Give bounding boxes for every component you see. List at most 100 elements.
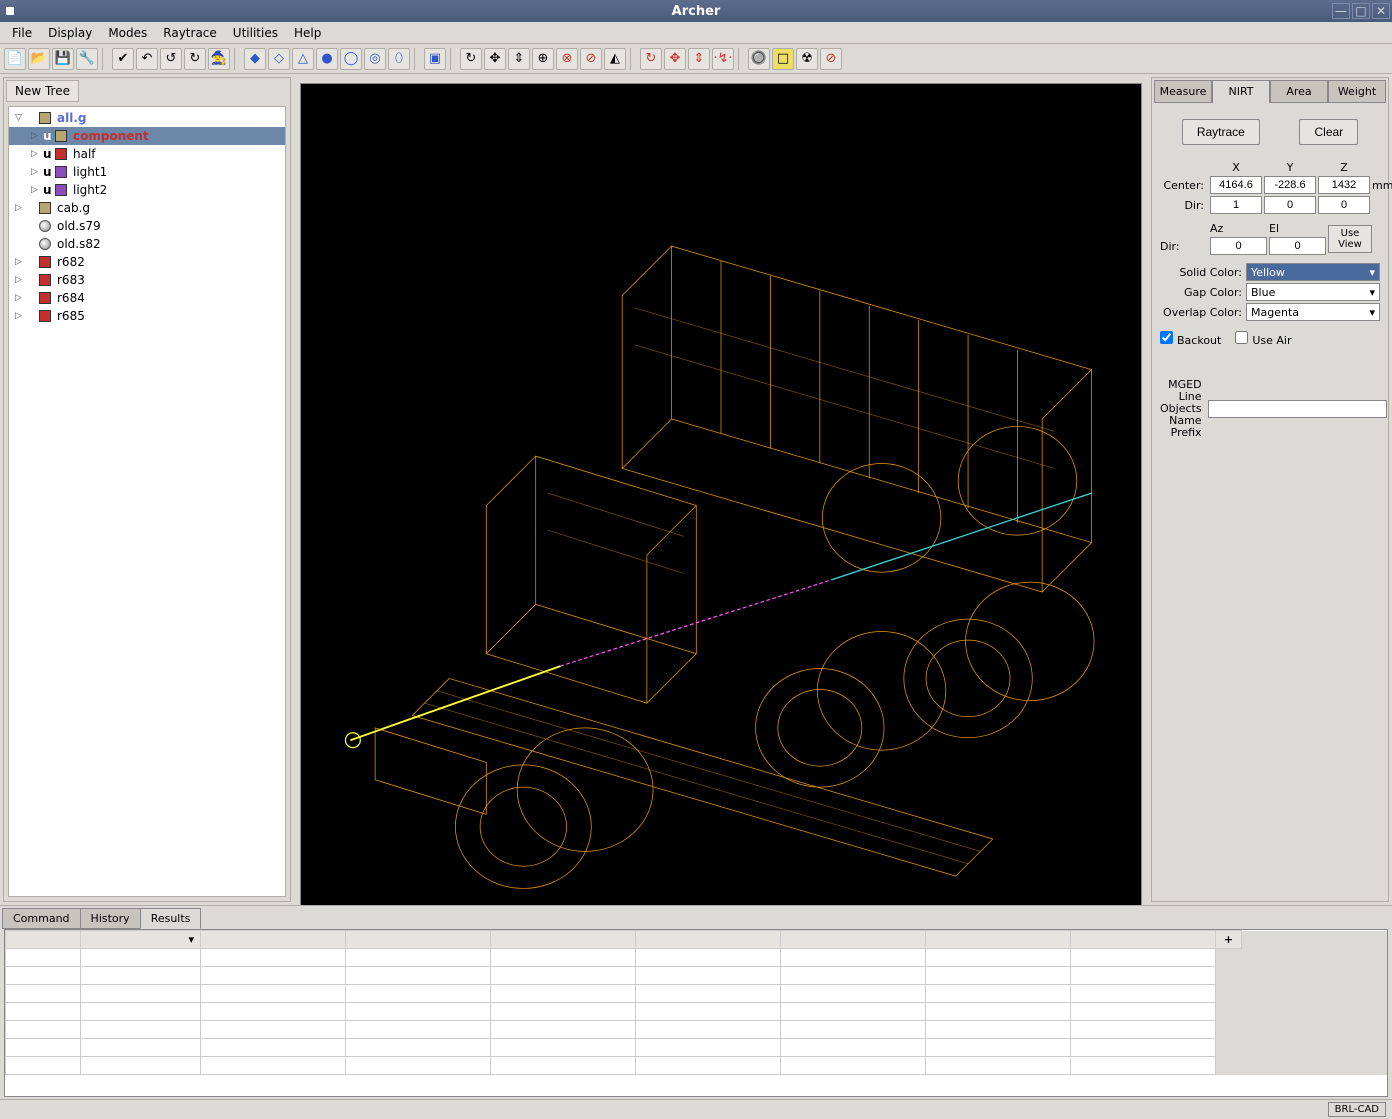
center-red-icon[interactable]: ·↯·	[712, 48, 734, 70]
backout-checkbox[interactable]: Backout	[1160, 331, 1221, 347]
menu-display[interactable]: Display	[40, 24, 100, 42]
wizard-icon[interactable]: 🧙	[208, 48, 230, 70]
az-input[interactable]	[1210, 237, 1267, 255]
pan-icon[interactable]: ✥	[664, 48, 686, 70]
dir-z-input[interactable]	[1318, 196, 1370, 214]
tree-item-label: r684	[57, 291, 85, 305]
el-input[interactable]	[1269, 237, 1326, 255]
window-system-menu[interactable]	[6, 7, 14, 15]
rotate-left-icon[interactable]: ↺	[160, 48, 182, 70]
tree-row[interactable]: old.s79	[9, 217, 285, 235]
rotate-right-icon[interactable]: ↻	[184, 48, 206, 70]
nuclear-icon[interactable]: ☢	[796, 48, 818, 70]
compass-icon[interactable]: ◭	[604, 48, 626, 70]
framebuffer-icon[interactable]: □	[772, 48, 794, 70]
menu-raytrace[interactable]: Raytrace	[155, 24, 225, 42]
combine-icon[interactable]: ▣	[424, 48, 446, 70]
label-y: Y	[1264, 161, 1316, 174]
zoom-icon[interactable]: ⇕	[688, 48, 710, 70]
center-y-input[interactable]	[1264, 176, 1316, 194]
pipe-icon[interactable]: ⬯	[388, 48, 410, 70]
menu-utilities[interactable]: Utilities	[225, 24, 286, 42]
center-z-input[interactable]	[1318, 176, 1370, 194]
tree-item-label: old.s82	[57, 237, 101, 251]
tab-results[interactable]: Results	[140, 908, 202, 929]
clear-button[interactable]: Clear	[1299, 119, 1358, 145]
tab-measure[interactable]: Measure	[1154, 80, 1212, 103]
tree-body[interactable]: ▽all.g▷ucomponent▷uhalf▷ulight1▷ulight2▷…	[8, 106, 286, 897]
expand-arrow-icon[interactable]: ▷	[31, 149, 41, 159]
new-file-icon[interactable]: 📄	[4, 48, 26, 70]
menu-help[interactable]: Help	[286, 24, 329, 42]
menu-file[interactable]: File	[4, 24, 40, 42]
sphere-solid-icon[interactable]: ●	[316, 48, 338, 70]
save-icon[interactable]: 💾	[52, 48, 74, 70]
expand-arrow-icon[interactable]: ▽	[15, 113, 25, 123]
undo-icon[interactable]: ↶	[136, 48, 158, 70]
prefix-input[interactable]	[1208, 400, 1387, 418]
minimize-icon[interactable]: —	[1332, 3, 1350, 19]
tree-row[interactable]: ▽all.g	[9, 109, 285, 127]
expand-arrow-icon[interactable]: ▷	[15, 293, 25, 303]
no-symbol-icon[interactable]: ⊘	[580, 48, 602, 70]
tab-weight[interactable]: Weight	[1328, 80, 1386, 103]
open-file-icon[interactable]: 📂	[28, 48, 50, 70]
expand-arrow-icon[interactable]: ▷	[15, 311, 25, 321]
use-view-button[interactable]: Use View	[1328, 225, 1372, 253]
dir-x-input[interactable]	[1210, 196, 1262, 214]
tree-row[interactable]: ▷ulight2	[9, 181, 285, 199]
expand-arrow-icon[interactable]: ▷	[31, 131, 41, 141]
expand-arrow-icon[interactable]: ▷	[15, 257, 25, 267]
dir-y-input[interactable]	[1264, 196, 1316, 214]
expand-arrow-icon[interactable]: ▷	[31, 185, 41, 195]
tree-tab-new[interactable]: New Tree	[6, 80, 79, 102]
translate-icon[interactable]: ✥	[484, 48, 506, 70]
tree-row[interactable]: old.s82	[9, 235, 285, 253]
use-air-checkbox[interactable]: Use Air	[1235, 331, 1291, 347]
overlap-color-select[interactable]: Magenta▾	[1246, 303, 1380, 321]
raytrace-icon[interactable]: 🔘	[748, 48, 770, 70]
preferences-icon[interactable]: 🔧	[76, 48, 98, 70]
sphere-wire-icon[interactable]: ◯	[340, 48, 362, 70]
tab-command[interactable]: Command	[2, 908, 81, 929]
tree-row[interactable]: ▷cab.g	[9, 199, 285, 217]
center-x-input[interactable]	[1210, 176, 1262, 194]
tree-row[interactable]: ▷ r684	[9, 289, 285, 307]
tree-row[interactable]: ▷ulight1	[9, 163, 285, 181]
torus-icon[interactable]: ◎	[364, 48, 386, 70]
reset-view-icon[interactable]: ↻	[640, 48, 662, 70]
status-brand: BRL-CAD	[1328, 1102, 1386, 1117]
chevron-down-icon[interactable]: ▾	[188, 933, 194, 946]
crosshair-icon[interactable]: ⊗	[556, 48, 578, 70]
clear-fb-icon[interactable]: ⊘	[820, 48, 842, 70]
viewport-3d[interactable]: units:in size:265.67 center:(81.41, 61.3…	[294, 77, 1148, 905]
maximize-icon[interactable]: □	[1352, 3, 1370, 19]
tab-history[interactable]: History	[80, 908, 141, 929]
cone-icon[interactable]: △	[292, 48, 314, 70]
tree-row[interactable]: ▷r683	[9, 271, 285, 289]
tree-row[interactable]: ▷r682	[9, 253, 285, 271]
tree-row[interactable]: ▷ucomponent	[9, 127, 285, 145]
solid-color-select[interactable]: Yellow▾	[1246, 263, 1380, 281]
tree-row[interactable]: ▷r685	[9, 307, 285, 325]
expand-arrow-icon[interactable]: ▷	[31, 167, 41, 177]
label-z: Z	[1318, 161, 1370, 174]
expand-arrow-icon[interactable]: ▷	[15, 275, 25, 285]
gap-color-select[interactable]: Blue▾	[1246, 283, 1380, 301]
add-column-button[interactable]: +	[1216, 931, 1242, 949]
raytrace-button[interactable]: Raytrace	[1182, 119, 1260, 145]
tab-nirt[interactable]: NIRT	[1212, 80, 1270, 103]
rotate-view-icon[interactable]: ↻	[460, 48, 482, 70]
expand-arrow-icon[interactable]: ▷	[15, 203, 25, 213]
solid-cube-icon[interactable]: ◆	[244, 48, 266, 70]
results-grid[interactable]: ▾ +	[4, 929, 1388, 1097]
label-x: X	[1210, 161, 1262, 174]
wire-cube-icon[interactable]: ◇	[268, 48, 290, 70]
tab-area[interactable]: Area	[1270, 80, 1328, 103]
menu-modes[interactable]: Modes	[100, 24, 155, 42]
center-icon[interactable]: ⊕	[532, 48, 554, 70]
checkmark-icon[interactable]: ✔	[112, 48, 134, 70]
scale-icon[interactable]: ⇕	[508, 48, 530, 70]
close-icon[interactable]: ✕	[1372, 3, 1390, 19]
tree-row[interactable]: ▷uhalf	[9, 145, 285, 163]
